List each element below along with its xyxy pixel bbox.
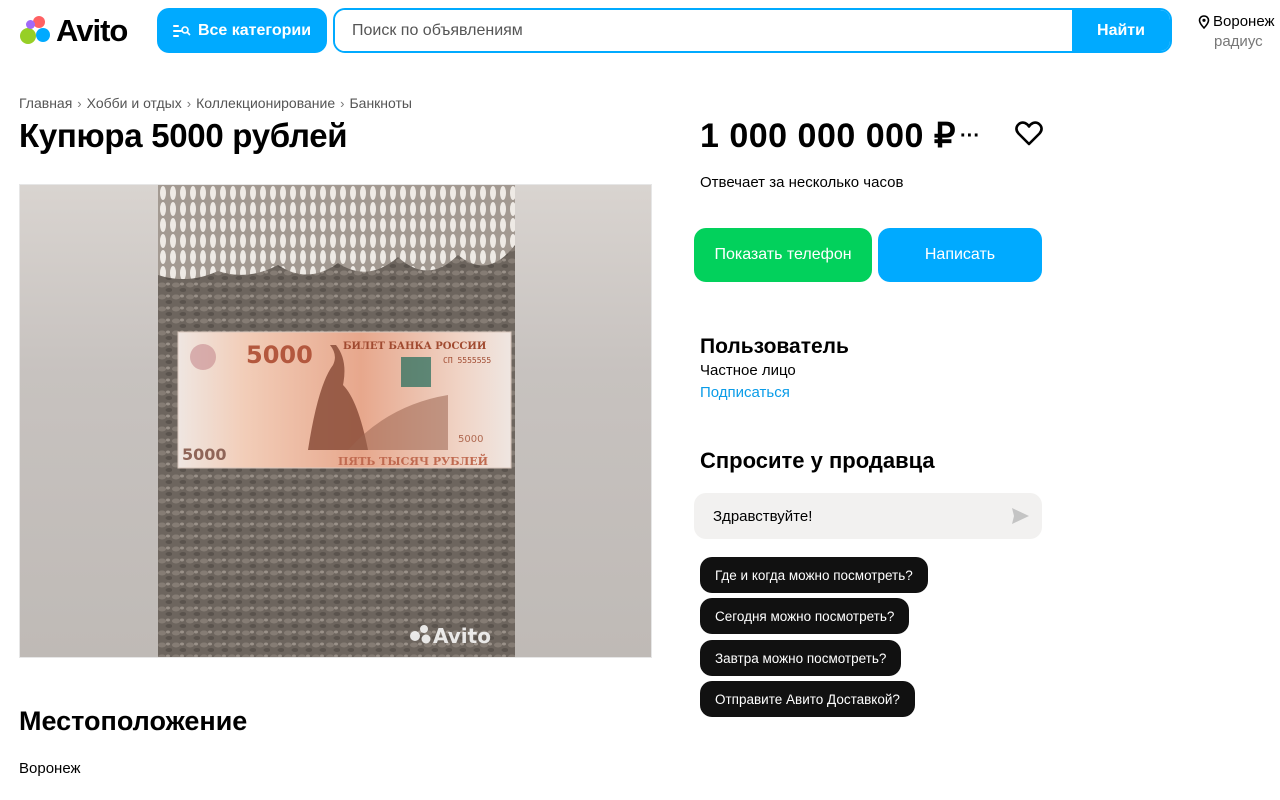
quick-question-chip[interactable]: Где и когда можно посмотреть? <box>700 557 928 593</box>
location-city-text: Воронеж <box>19 760 81 777</box>
avito-logo-dots-icon <box>18 14 52 46</box>
categories-icon <box>172 24 191 38</box>
avito-logo-text: Avito <box>56 12 128 48</box>
svg-text:5000: 5000 <box>458 434 483 445</box>
svg-text:Avito: Avito <box>433 624 491 648</box>
chevron-right-icon: › <box>77 95 82 111</box>
listing-photo[interactable]: 5000 БИЛЕТ БАНКА РОССИИ СП 5555555 ПЯТЬ … <box>19 184 652 658</box>
breadcrumb: Главная › Хобби и отдых › Коллекциониров… <box>19 95 412 111</box>
breadcrumb-item-collecting[interactable]: Коллекционирование <box>196 95 335 111</box>
breadcrumb-item-home[interactable]: Главная <box>19 95 72 111</box>
photo-main-image: 5000 БИЛЕТ БАНКА РОССИИ СП 5555555 ПЯТЬ … <box>158 185 515 657</box>
svg-text:СП 5555555: СП 5555555 <box>443 356 491 365</box>
quick-question-chip[interactable]: Завтра можно посмотреть? <box>700 640 902 676</box>
quick-question-chip[interactable]: Сегодня можно посмотреть? <box>700 598 910 634</box>
search-button[interactable]: Найти <box>1072 10 1170 51</box>
photo-blur-left <box>20 185 160 657</box>
search-input[interactable] <box>335 10 1072 51</box>
breadcrumb-item-hobby[interactable]: Хобби и отдых <box>87 95 182 111</box>
write-message-button[interactable]: Написать <box>878 228 1042 282</box>
seller-type: Частное лицо <box>700 362 796 379</box>
svg-text:5000: 5000 <box>182 445 227 464</box>
photo-blur-right <box>511 185 651 657</box>
quick-question-chip[interactable]: Отправите Авито Доставкой? <box>700 681 915 717</box>
price: 1 000 000 000 ₽ <box>700 117 957 155</box>
chevron-right-icon: › <box>340 95 345 111</box>
location-selector[interactable]: Воронеж радиус <box>1198 12 1280 52</box>
chevron-right-icon: › <box>186 95 192 111</box>
response-time: Отвечает за несколько часов <box>700 174 904 191</box>
ask-seller-title: Спросите у продавца <box>700 448 935 473</box>
svg-text:БИЛЕТ БАНКА РОССИИ: БИЛЕТ БАНКА РОССИИ <box>343 341 486 352</box>
show-phone-button[interactable]: Показать телефон <box>694 228 872 282</box>
location-radius: радиус <box>1214 33 1263 50</box>
avito-logo[interactable]: Avito <box>18 12 128 48</box>
location-section-title: Местоположение <box>19 706 248 736</box>
all-categories-button[interactable]: Все категории <box>157 8 327 53</box>
breadcrumb-item-banknotes[interactable]: Банкноты <box>349 95 412 111</box>
send-icon[interactable] <box>1010 507 1030 525</box>
all-categories-label: Все категории <box>197 21 312 39</box>
listing-title: Купюра 5000 рублей <box>19 117 348 154</box>
price-row: 1 000 000 000 ₽ ··· <box>700 116 980 156</box>
svg-text:5000: 5000 <box>246 341 313 369</box>
location-city: Воронеж <box>1213 13 1275 30</box>
subscribe-link[interactable]: Подписаться <box>700 384 790 401</box>
location-pin-icon <box>1198 15 1210 29</box>
banknote-image: 5000 БИЛЕТ БАНКА РОССИИ СП 5555555 ПЯТЬ … <box>177 331 512 469</box>
search-bar: Найти <box>333 8 1172 53</box>
svg-text:ПЯТЬ ТЫСЯЧ РУБЛЕЙ: ПЯТЬ ТЫСЯЧ РУБЛЕЙ <box>338 453 488 468</box>
message-input[interactable] <box>711 506 1010 526</box>
price-more-icon[interactable]: ··· <box>960 125 980 148</box>
seller-name[interactable]: Пользователь <box>700 335 849 359</box>
heart-icon[interactable] <box>1015 120 1043 146</box>
message-box <box>694 493 1042 539</box>
